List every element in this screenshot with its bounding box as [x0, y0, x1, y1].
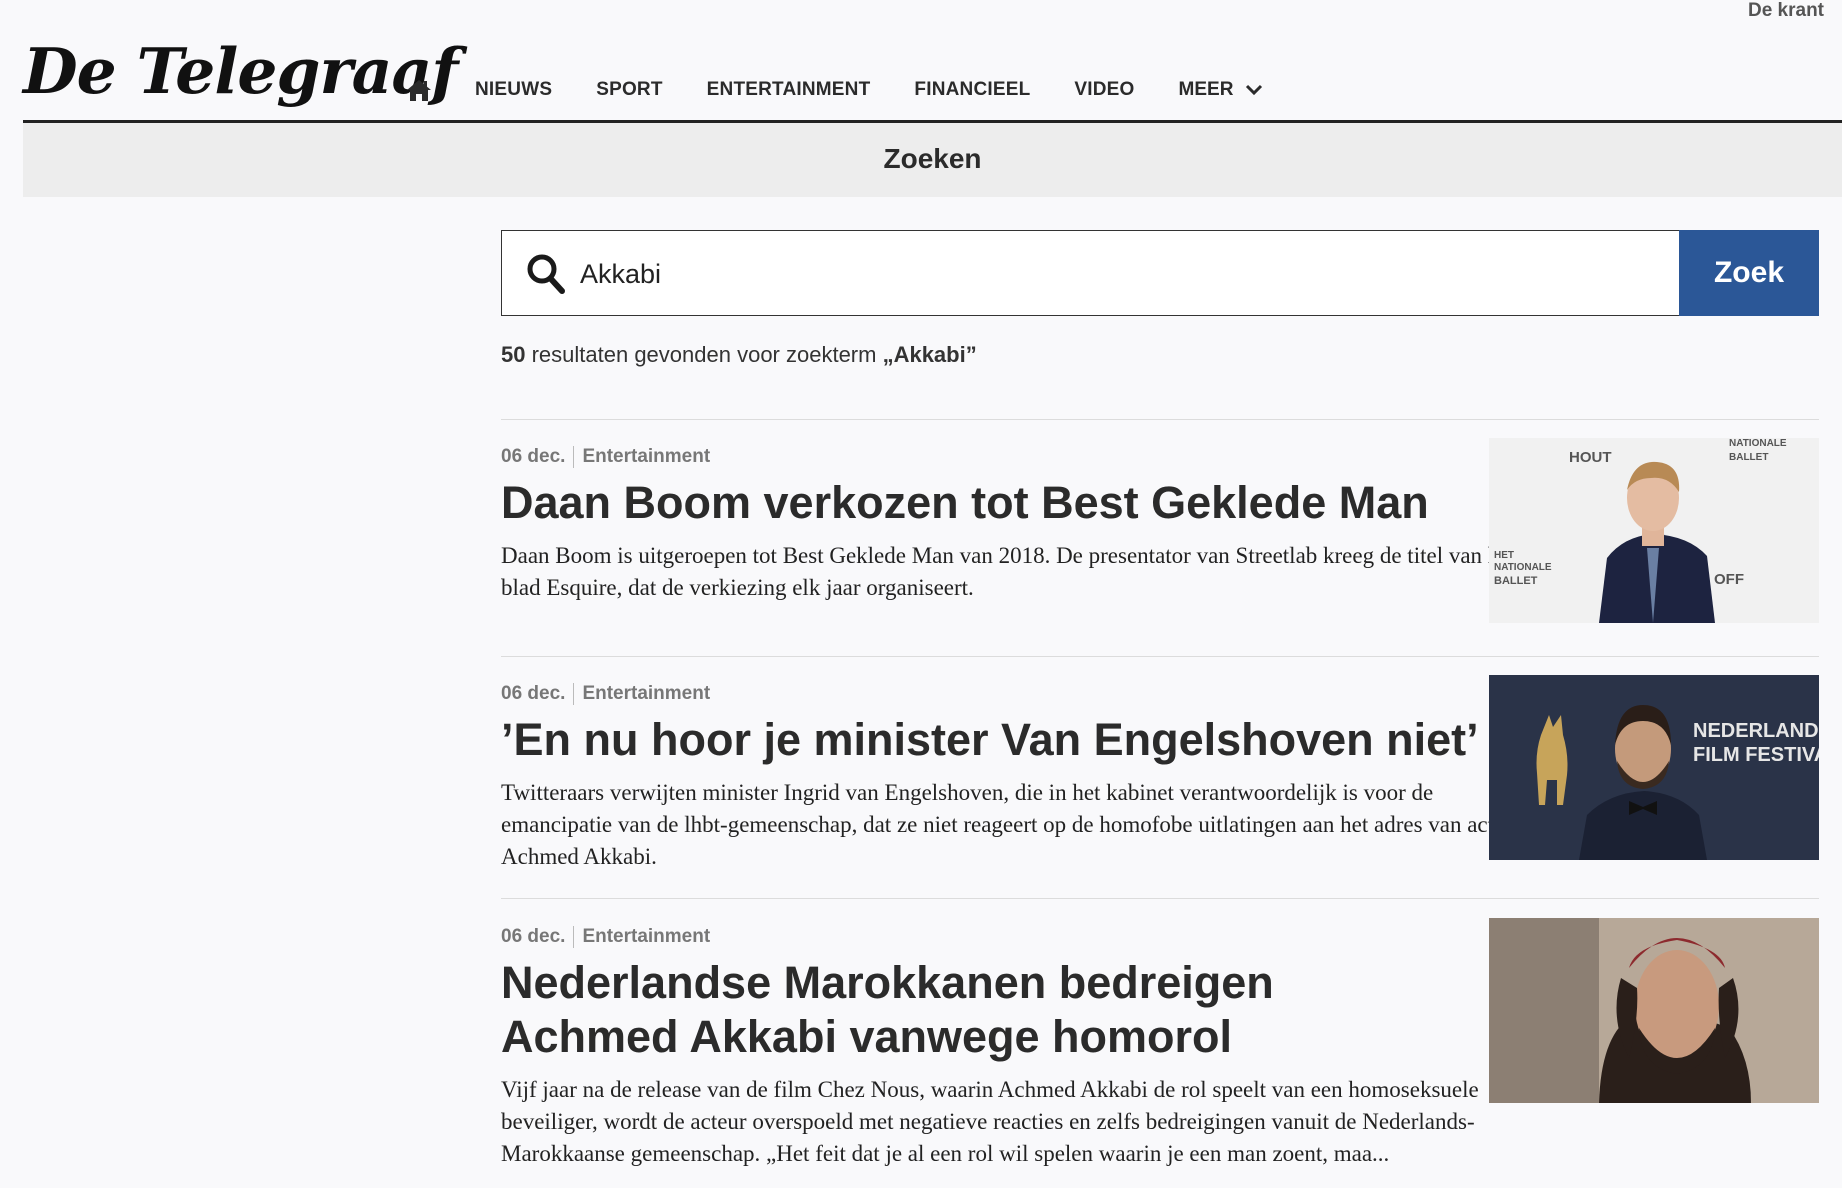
photo-wall-text: BALLET: [1729, 452, 1768, 463]
article-meta: 06 dec. Entertainment: [501, 446, 710, 468]
article-category[interactable]: Entertainment: [582, 683, 710, 705]
search-form: Zoek: [501, 230, 1819, 316]
de-krant-link[interactable]: De krant: [1748, 0, 1824, 22]
article-thumbnail[interactable]: HOUT NATIONALE BALLET HET NATIONALE BALL…: [1489, 438, 1819, 623]
article-date: 06 dec.: [501, 926, 566, 947]
nav-item-financieel[interactable]: FINANCIEEL: [914, 79, 1030, 101]
search-box: [501, 230, 1681, 316]
divider: [501, 656, 1819, 657]
photo-wall-text: NATIONALE: [1494, 562, 1552, 573]
nav-item-entertainment[interactable]: ENTERTAINMENT: [707, 79, 871, 101]
page-title: Zoeken: [883, 143, 982, 174]
nav-more-label: MEER: [1178, 79, 1234, 100]
photo-wall-text: OFF: [1714, 571, 1744, 588]
meta-separator: [573, 926, 575, 948]
article-item[interactable]: 06 dec. Entertainment ’En nu hoor je min…: [501, 675, 1819, 898]
article-date: 06 dec.: [501, 683, 566, 704]
nav-item-video[interactable]: VIDEO: [1074, 79, 1134, 101]
nav-more-menu[interactable]: MEER: [1179, 79, 1264, 101]
meta-separator: [573, 683, 575, 705]
article-title[interactable]: Nederlandse Marokkanen bedreigen Achmed …: [501, 956, 1441, 1064]
meta-separator: [573, 446, 575, 468]
chevron-down-icon: [1246, 84, 1263, 96]
results-text: resultaten gevonden voor zoekterm: [525, 342, 883, 367]
article-category[interactable]: Entertainment: [582, 446, 710, 468]
article-item[interactable]: 06 dec. Entertainment Daan Boom verkozen…: [501, 438, 1819, 656]
article-thumbnail[interactable]: [1489, 918, 1819, 1103]
photo-wall-text: NATIONALE: [1729, 438, 1787, 449]
search-icon: [527, 254, 565, 294]
nav-item-sport[interactable]: SPORT: [596, 79, 662, 101]
article-meta: 06 dec. Entertainment: [501, 926, 710, 948]
article-category[interactable]: Entertainment: [582, 926, 710, 948]
nav-item-nieuws[interactable]: NIEUWS: [475, 79, 552, 101]
divider: [501, 898, 1819, 899]
results-summary: 50 resultaten gevonden voor zoekterm „Ak…: [501, 342, 977, 368]
home-icon[interactable]: [405, 76, 433, 104]
article-summary: Vijf jaar na de release van de film Chez…: [501, 1077, 1479, 1166]
divider: [501, 419, 1819, 420]
main-nav: NIEUWS SPORT ENTERTAINMENT FINANCIEEL VI…: [405, 76, 1263, 104]
site-header: De Telegraaf NIEUWS SPORT ENTERTAINMENT …: [23, 30, 1842, 123]
search-button[interactable]: Zoek: [1679, 230, 1819, 316]
article-date: 06 dec.: [501, 446, 566, 467]
results-term: „Akkabi”: [882, 342, 977, 367]
article-title[interactable]: ’En nu hoor je minister Van Engelshoven …: [501, 713, 1501, 767]
photo-wall-text: HET: [1494, 550, 1514, 561]
photo-banner-text: NEDERLAND: [1693, 720, 1819, 742]
article-summary: Daan Boom is uitgeroepen tot Best Gekled…: [501, 543, 1516, 600]
photo-wall-text: HOUT: [1569, 449, 1612, 466]
article-thumbnail[interactable]: NEDERLAND FILM FESTIVA: [1489, 675, 1819, 860]
site-logo[interactable]: De Telegraaf: [23, 34, 458, 108]
article-title[interactable]: Daan Boom verkozen tot Best Geklede Man: [501, 476, 1501, 530]
search-input[interactable]: [578, 251, 1662, 297]
results-count: 50: [501, 342, 526, 367]
page-title-bar: Zoeken: [23, 123, 1842, 197]
article-summary: Twitteraars verwijten minister Ingrid va…: [501, 780, 1524, 869]
article-meta: 06 dec. Entertainment: [501, 683, 710, 705]
article-item[interactable]: 06 dec. Entertainment Nederlandse Marokk…: [501, 918, 1819, 1188]
photo-wall-text: BALLET: [1494, 575, 1538, 587]
photo-banner-text: FILM FESTIVA: [1693, 744, 1819, 766]
